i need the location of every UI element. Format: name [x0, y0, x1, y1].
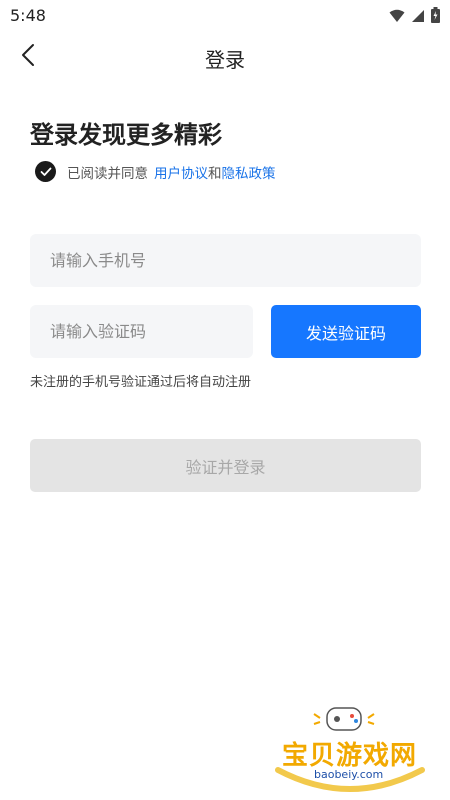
- status-icons: [389, 7, 440, 27]
- agreement-prefix: 已阅读并同意: [67, 165, 148, 182]
- agreement-row: 已阅读并同意 用户协议 和 隐私政策: [35, 161, 276, 182]
- signal-icon: [411, 8, 425, 27]
- phone-input[interactable]: [30, 234, 421, 287]
- agreement-and: 和: [208, 165, 222, 182]
- auto-register-hint: 未注册的手机号验证通过后将自动注册: [30, 375, 252, 390]
- send-code-button[interactable]: 发送验证码: [271, 305, 421, 358]
- battery-icon: [431, 7, 440, 27]
- watermark-url: baobeiy.com: [314, 768, 384, 781]
- status-bar: 5:48: [0, 0, 450, 32]
- agreement-checkbox[interactable]: [35, 161, 56, 182]
- watermark-logo: 宝贝游戏网 baobeiy.com: [270, 700, 430, 795]
- watermark-text: 宝贝游戏网: [282, 741, 418, 771]
- status-time: 5:48: [10, 6, 46, 25]
- headline: 登录发现更多精彩: [30, 121, 222, 149]
- wifi-icon: [389, 8, 405, 27]
- check-icon: [40, 167, 51, 176]
- nav-bar: 登录: [0, 32, 450, 82]
- page-title: 登录: [205, 48, 245, 72]
- verify-login-button[interactable]: 验证并登录: [30, 439, 421, 492]
- verification-code-input[interactable]: [30, 305, 253, 358]
- user-agreement-link[interactable]: 用户协议: [154, 162, 208, 182]
- privacy-policy-link[interactable]: 隐私政策: [222, 162, 276, 182]
